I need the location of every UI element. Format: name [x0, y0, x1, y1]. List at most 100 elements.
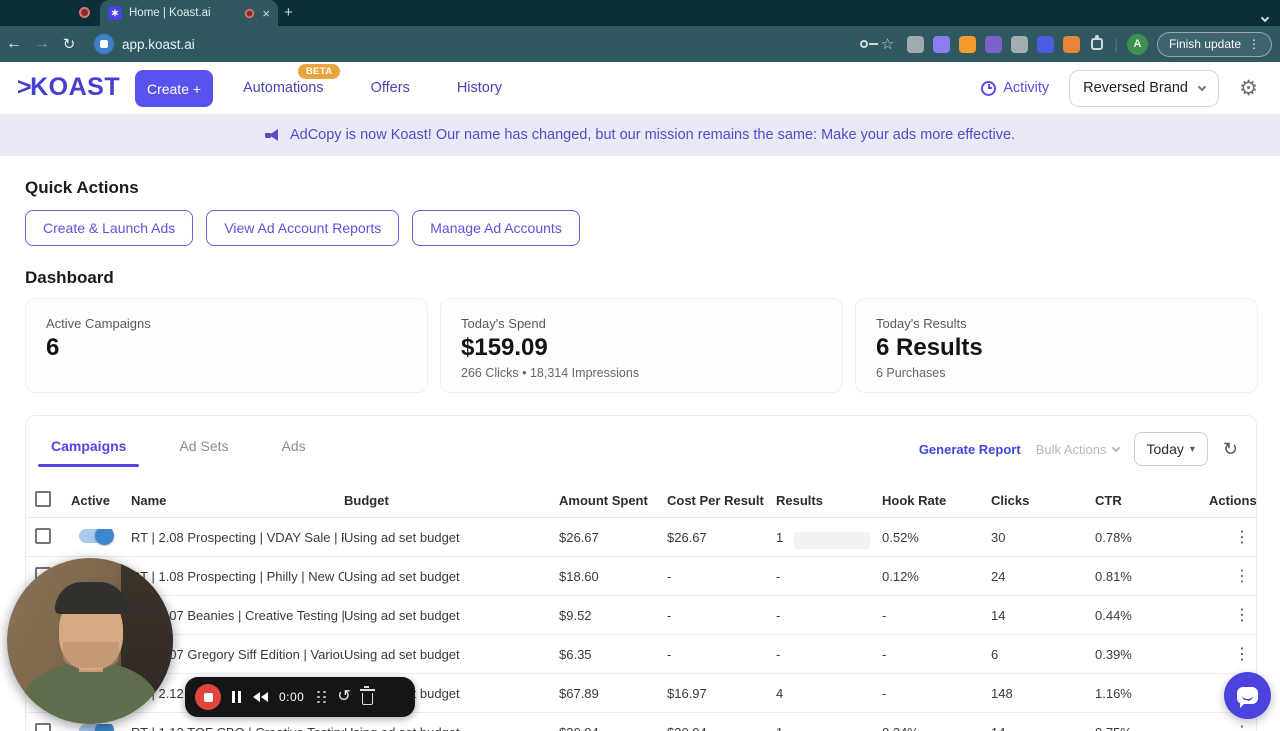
browser-menu-icon[interactable]: ⋮ — [1248, 37, 1260, 51]
toggle-knob-icon — [95, 528, 114, 545]
column-header-clicks[interactable]: Clicks — [991, 493, 1095, 508]
active-toggle[interactable] — [79, 528, 114, 545]
restart-recording-icon[interactable]: ↺ — [337, 689, 350, 705]
profile-avatar[interactable]: A — [1126, 33, 1148, 55]
ctr-cell: 0.44% — [1095, 607, 1132, 623]
site-info-icon[interactable] — [94, 34, 114, 54]
bookmark-star-icon[interactable]: ☆ — [881, 35, 894, 53]
create-launch-ads-button[interactable]: Create & Launch Ads — [25, 210, 194, 246]
amount-spent-cell: $30.94 — [559, 725, 667, 731]
rewind-icon[interactable] — [252, 692, 268, 702]
finish-update-button[interactable]: Finish update ⋮ — [1156, 31, 1272, 57]
hook-rate-cell: - — [882, 646, 887, 662]
tab-title: Home | Koast.ai — [129, 7, 211, 19]
table-row: RT | 1.08 Prospecting | Philly | New Cre… — [26, 557, 1256, 596]
spark-extension-icon[interactable] — [959, 35, 977, 53]
budget-cell: Using ad set budget — [344, 646, 460, 662]
browser-tab[interactable]: ∗ Home | Koast.ai × — [100, 0, 278, 26]
nav-link-offers[interactable]: Offers — [371, 80, 410, 96]
cost-per-result-cell: $30.94 — [667, 725, 776, 731]
column-header-name[interactable]: Name — [131, 493, 344, 508]
manage-ad-accounts-button[interactable]: Manage Ad Accounts — [412, 210, 580, 246]
column-header-amount-spent[interactable]: Amount Spent — [559, 493, 667, 508]
chat-bubble-icon — [1237, 687, 1258, 708]
select-all-checkbox[interactable] — [35, 491, 51, 507]
column-header-budget[interactable]: Budget — [344, 493, 559, 508]
row-actions-menu[interactable]: ⋮ — [1209, 607, 1250, 624]
clicks-cell: 148 — [991, 685, 1013, 701]
create-button[interactable]: Create + — [135, 70, 213, 107]
megaphone-icon — [264, 128, 281, 142]
refresh-icon[interactable]: ↻ — [1223, 439, 1238, 460]
announcement-banner: AdCopy is now Koast! Our name has change… — [0, 114, 1280, 156]
password-manager-icon[interactable] — [859, 40, 878, 48]
blue-extension-icon[interactable] — [1037, 35, 1055, 53]
nav-link-history[interactable]: History — [457, 80, 502, 96]
brand-selector-dropdown[interactable]: Reversed Brand — [1069, 69, 1220, 107]
nav-link-automations[interactable]: Automations BETA — [243, 64, 341, 96]
stop-recording-button[interactable] — [195, 684, 221, 710]
skeleton-placeholder — [794, 532, 870, 549]
activity-button[interactable]: Activity — [981, 80, 1049, 96]
ghost-extension-icon[interactable] — [933, 35, 951, 53]
hook-rate-cell: 0.52% — [882, 529, 919, 545]
ctr-cell: 0.75% — [1095, 725, 1209, 731]
row-actions-menu[interactable]: ⋮ — [1209, 529, 1250, 546]
forward-button[interactable]: → — [28, 35, 56, 53]
address-bar[interactable]: app.koast.ai — [122, 37, 195, 52]
pause-icon[interactable] — [232, 691, 241, 703]
generate-report-button[interactable]: Generate Report — [919, 442, 1021, 457]
row-actions-menu[interactable]: ⋮ — [1209, 646, 1250, 663]
column-header-results[interactable]: Results — [776, 493, 882, 508]
person-beard — [63, 642, 119, 668]
tab-search-chevron-icon[interactable] — [1260, 8, 1270, 26]
recording-timer: 0:00 — [279, 690, 305, 704]
code-extension-icon[interactable] — [907, 35, 925, 53]
tab-ads[interactable]: Ads — [269, 438, 319, 467]
settings-gear-icon[interactable]: ⚙ — [1239, 76, 1258, 101]
budget-cell: Using ad set budget — [344, 568, 460, 584]
fox-extension-icon[interactable] — [1063, 35, 1081, 53]
tab-campaigns[interactable]: Campaigns — [38, 438, 140, 467]
purple-dot-extension-icon[interactable] — [985, 35, 1003, 53]
reload-button[interactable]: ↻ — [56, 35, 82, 53]
row-actions-menu[interactable]: ⋮ — [1209, 724, 1250, 731]
banner-text: AdCopy is now Koast! Our name has change… — [289, 127, 1016, 143]
stat-value: 6 Results — [876, 334, 983, 361]
person-cap — [55, 582, 127, 614]
gray-extension-icon[interactable] — [1011, 35, 1029, 53]
koast-logo[interactable]: >KOAST — [17, 73, 120, 102]
clicks-cell: 30 — [991, 529, 1006, 545]
stat-label: Today's Results — [876, 316, 967, 331]
results-cell: - — [776, 646, 781, 662]
delete-recording-icon[interactable] — [359, 686, 375, 705]
ctr-cell: 0.39% — [1095, 646, 1132, 662]
extensions-puzzle-icon[interactable] — [1091, 35, 1104, 50]
select-all-checkbox-cell — [35, 491, 71, 510]
campaign-name[interactable]: RT | 1.13 TOF CBO | Creative Testing | T… — [131, 725, 344, 731]
stat-value: 6 — [46, 334, 60, 361]
back-button[interactable]: ← — [0, 35, 28, 53]
column-header-actions[interactable]: Actions — [1209, 493, 1258, 508]
column-header-cost-per-result[interactable]: Cost Per Result — [667, 493, 776, 508]
new-tab-button[interactable]: + — [284, 4, 293, 21]
webcam-bubble[interactable] — [7, 558, 173, 724]
row-actions-menu[interactable]: ⋮ — [1209, 568, 1250, 585]
active-toggle[interactable] — [79, 723, 114, 731]
tab-close-icon[interactable]: × — [262, 7, 270, 20]
column-header-ctr[interactable]: CTR — [1095, 493, 1209, 508]
ctr-cell: 1.16% — [1095, 685, 1132, 701]
tab-ad-sets[interactable]: Ad Sets — [166, 438, 241, 467]
results-cell: 4 — [776, 685, 784, 701]
date-filter-dropdown[interactable]: Today ▾ — [1133, 432, 1208, 466]
hook-rate-cell: - — [882, 685, 887, 701]
row-checkbox[interactable] — [35, 527, 51, 544]
hook-rate-cell: 0.12% — [882, 568, 919, 584]
campaign-name[interactable]: RT | 2.08 Prospecting | VDAY Sale | Pink… — [131, 530, 344, 545]
drag-handle-icon[interactable] — [317, 690, 326, 704]
view-ad-account-reports-button[interactable]: View Ad Account Reports — [206, 210, 400, 246]
column-header-active[interactable]: Active — [71, 493, 131, 508]
chevron-down-icon — [1111, 443, 1120, 452]
column-header-hook-rate[interactable]: Hook Rate — [882, 493, 991, 508]
chat-widget-button[interactable] — [1224, 672, 1271, 719]
